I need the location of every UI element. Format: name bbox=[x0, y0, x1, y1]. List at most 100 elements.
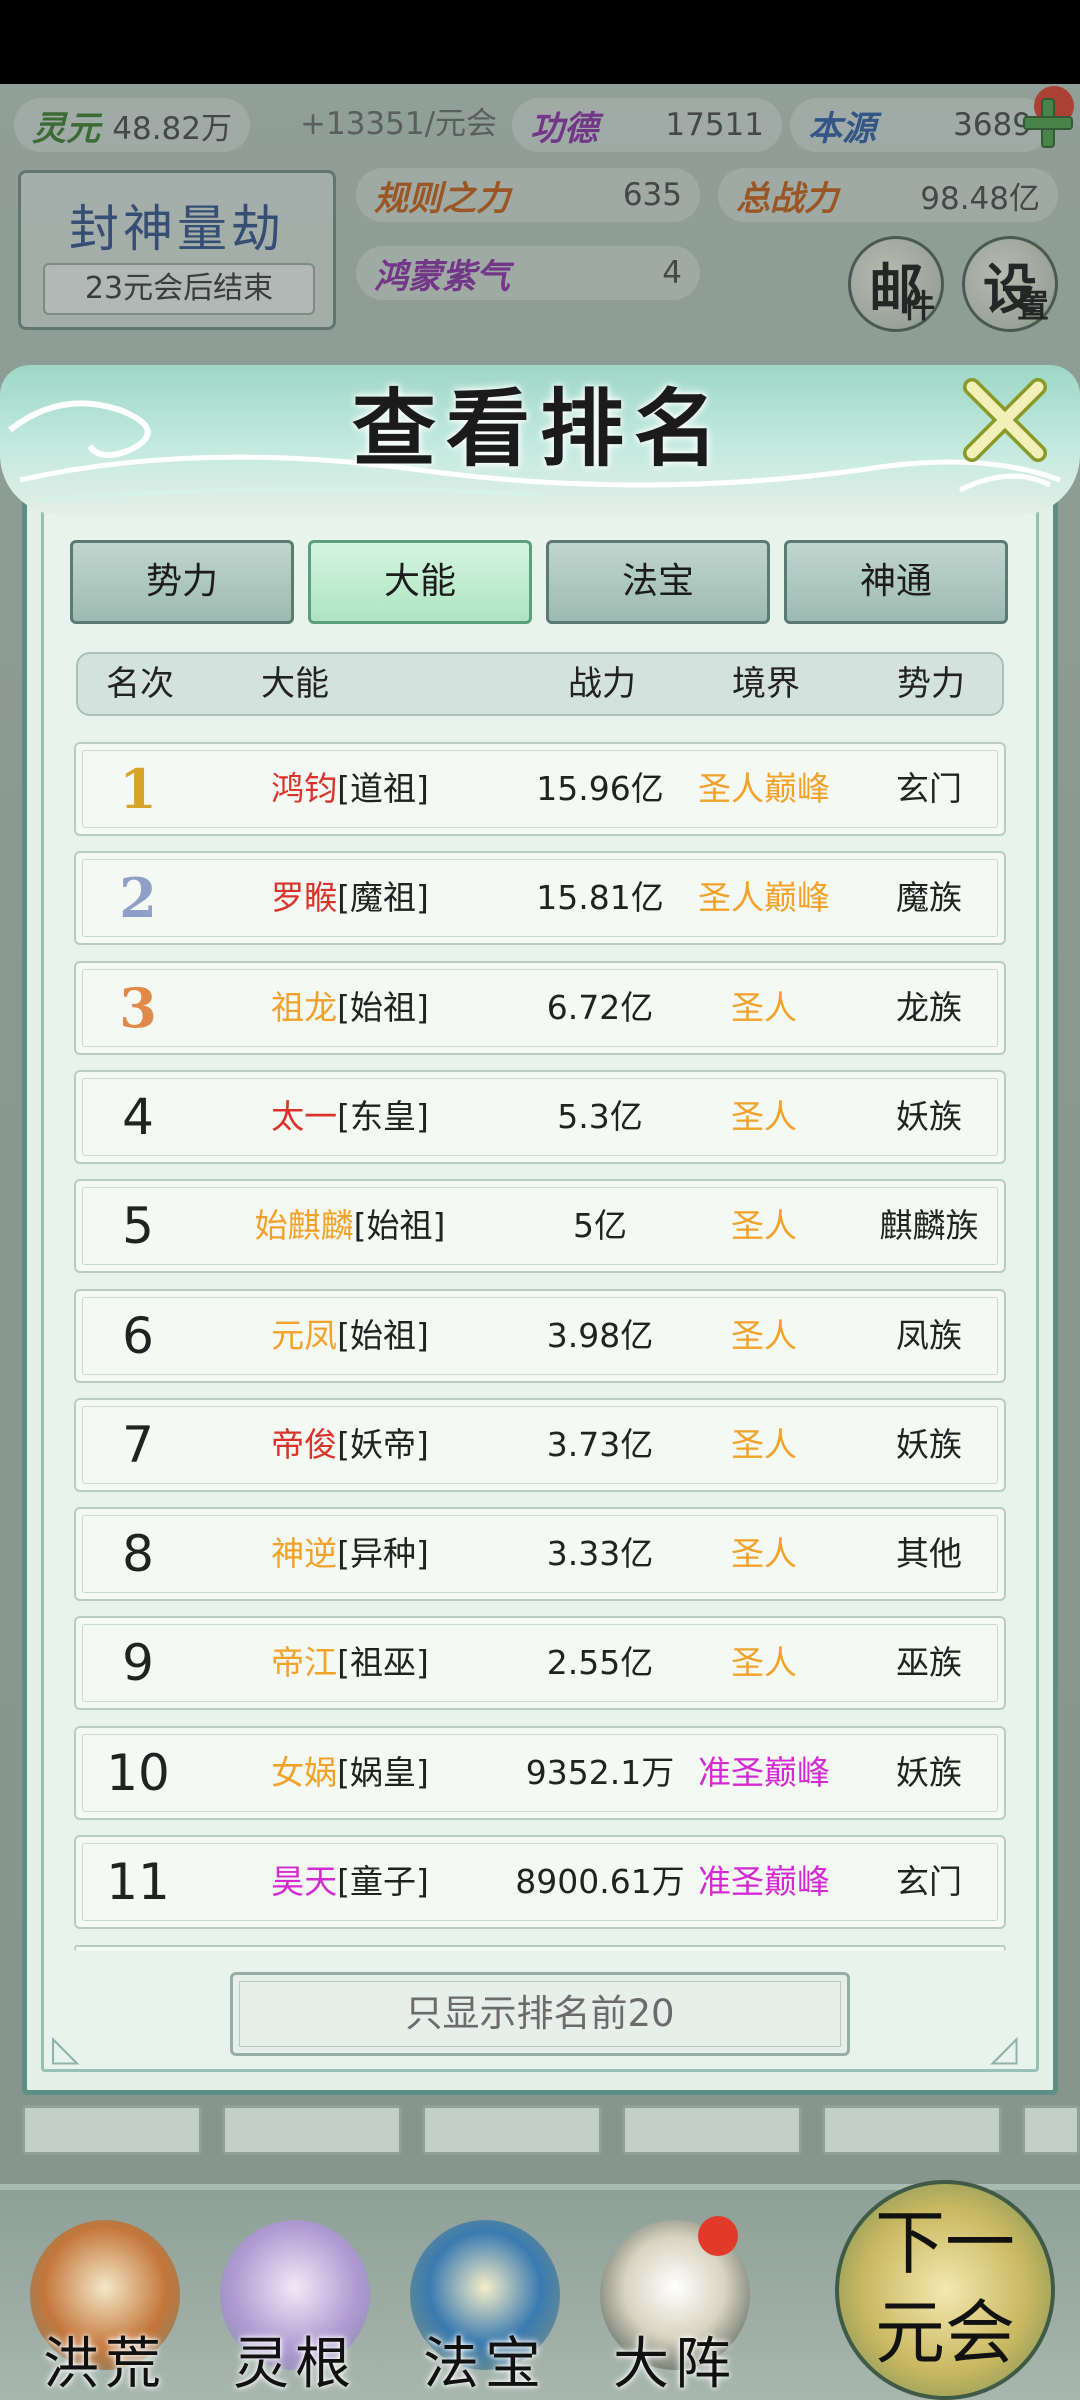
combat-power: 5亿 bbox=[573, 1206, 627, 1245]
entity-name: 始麒麟 bbox=[254, 1206, 354, 1245]
rank-number: 5 bbox=[122, 1197, 154, 1255]
entity-name-cell: 太一[东皇] bbox=[200, 1072, 500, 1162]
realm: 准圣巅峰 bbox=[698, 1753, 830, 1792]
faction: 麒麟族 bbox=[879, 1206, 979, 1245]
slot[interactable] bbox=[622, 2105, 802, 2155]
tab-shentong[interactable]: 神通 bbox=[784, 540, 1008, 624]
realm: 准圣巅峰 bbox=[698, 1862, 830, 1901]
table-row[interactable]: 8 神逆[异种] 3.33亿 圣人 其他 bbox=[74, 1507, 1006, 1601]
entity-title: [始祖] bbox=[337, 1316, 429, 1355]
nav-linggen[interactable]: 灵根 bbox=[200, 2200, 390, 2400]
col-power: 战力 bbox=[568, 664, 636, 704]
faction: 玄门 bbox=[896, 1862, 962, 1901]
nav-honghuang[interactable]: 洪荒 bbox=[10, 2200, 200, 2400]
table-row[interactable]: 2 罗睺[魔祖] 15.81亿 圣人巅峰 魔族 bbox=[74, 851, 1006, 945]
status-bar bbox=[0, 0, 1080, 84]
entity-name: 元凤 bbox=[271, 1316, 338, 1355]
faction: 妖族 bbox=[896, 1753, 962, 1792]
table-row[interactable]: 5 始麒麟[始祖] 5亿 圣人 麒麟族 bbox=[74, 1179, 1006, 1273]
next-era-button[interactable]: 下一 元会 bbox=[835, 2180, 1055, 2400]
entity-name: 神逆 bbox=[271, 1534, 338, 1573]
notification-dot bbox=[698, 2216, 738, 2256]
skill-slots bbox=[0, 2105, 1080, 2155]
combat-power: 3.33亿 bbox=[546, 1534, 654, 1573]
entity-title: [始祖] bbox=[353, 1206, 446, 1245]
realm: 圣人巅峰 bbox=[698, 878, 830, 917]
corner-ornament-right: ◿ bbox=[990, 2028, 1018, 2069]
nav-fabao[interactable]: 法宝 bbox=[390, 2200, 580, 2400]
realm: 圣人 bbox=[731, 1425, 797, 1464]
rank-number: 4 bbox=[122, 1088, 154, 1146]
entity-title: [娲皇] bbox=[337, 1753, 429, 1792]
entity-title: [祖巫] bbox=[337, 1643, 429, 1682]
rank-number: 3 bbox=[119, 976, 157, 1040]
slot[interactable] bbox=[422, 2105, 602, 2155]
entity-name: 罗睺 bbox=[271, 878, 338, 917]
modal-title: 查看排名 bbox=[351, 379, 728, 478]
entity-title: [异种] bbox=[337, 1534, 429, 1573]
realm: 圣人 bbox=[731, 1643, 797, 1682]
next-era-label-2: 元会 bbox=[875, 2292, 1015, 2374]
entity-name-cell: 帝俊[妖帝] bbox=[200, 1400, 500, 1490]
entity-name: 帝江 bbox=[271, 1643, 338, 1682]
entity-name-cell: 鸿钧[道祖] bbox=[200, 744, 500, 834]
table-header: 名次 大能 战力 境界 势力 bbox=[76, 652, 1004, 716]
realm: 圣人巅峰 bbox=[698, 769, 830, 808]
entity-name-cell: 神逆[异种] bbox=[200, 1509, 500, 1599]
realm: 圣人 bbox=[731, 1316, 797, 1355]
realm: 圣人 bbox=[731, 1534, 797, 1573]
entity-name-cell: 女娲[娲皇] bbox=[200, 1728, 500, 1818]
entity-name-cell: 始麒麟[始祖] bbox=[200, 1181, 500, 1271]
rank-number: 11 bbox=[106, 1853, 170, 1911]
slot[interactable] bbox=[822, 2105, 1002, 2155]
table-row[interactable]: 7 帝俊[妖帝] 3.73亿 圣人 妖族 bbox=[74, 1398, 1006, 1492]
entity-name: 帝俊 bbox=[271, 1425, 338, 1464]
slot[interactable] bbox=[22, 2105, 202, 2155]
entity-name-cell: 元凤[始祖] bbox=[200, 1291, 500, 1381]
table-row[interactable]: 9 帝江[祖巫] 2.55亿 圣人 巫族 bbox=[74, 1616, 1006, 1710]
entity-title: [道祖] bbox=[337, 769, 429, 808]
table-row[interactable]: 3 祖龙[始祖] 6.72亿 圣人 龙族 bbox=[74, 961, 1006, 1055]
col-rank: 名次 bbox=[106, 664, 174, 704]
tab-fabao[interactable]: 法宝 bbox=[546, 540, 770, 624]
combat-power: 2.55亿 bbox=[546, 1643, 654, 1682]
col-name: 大能 bbox=[261, 664, 329, 704]
tab-shili[interactable]: 势力 bbox=[70, 540, 294, 624]
rank-number: 9 bbox=[122, 1634, 154, 1692]
nav-label: 大阵 bbox=[613, 2332, 737, 2397]
tab-daneng[interactable]: 大能 bbox=[308, 540, 532, 624]
faction: 玄门 bbox=[896, 769, 962, 808]
combat-power: 15.96亿 bbox=[536, 769, 664, 808]
corner-ornament-left: ◺ bbox=[52, 2028, 80, 2069]
col-faction: 势力 bbox=[897, 664, 965, 704]
entity-title: [妖帝] bbox=[337, 1425, 429, 1464]
table-row[interactable]: 10 女娲[娲皇] 9352.1万 准圣巅峰 妖族 bbox=[74, 1726, 1006, 1820]
rank-number: 7 bbox=[122, 1416, 154, 1474]
realm: 圣人 bbox=[731, 1097, 797, 1136]
rank-number: 2 bbox=[119, 866, 157, 930]
slot[interactable] bbox=[1022, 2105, 1080, 2155]
rank-number: 8 bbox=[122, 1525, 154, 1583]
faction: 龙族 bbox=[896, 988, 962, 1027]
entity-name-cell: 帝江[祖巫] bbox=[200, 1618, 500, 1708]
combat-power: 15.81亿 bbox=[536, 878, 664, 917]
table-row[interactable]: 4 太一[东皇] 5.3亿 圣人 妖族 bbox=[74, 1070, 1006, 1164]
next-era-label-1: 下一 bbox=[875, 2202, 1015, 2284]
entity-name: 太一 bbox=[271, 1097, 338, 1136]
nav-label: 洪荒 bbox=[43, 2332, 167, 2397]
nav-label: 法宝 bbox=[423, 2332, 547, 2397]
entity-name-cell: 罗睺[魔祖] bbox=[200, 853, 500, 943]
nav-dazhen[interactable]: 大阵 bbox=[580, 2200, 770, 2400]
table-row[interactable]: 11 昊天[童子] 8900.61万 准圣巅峰 玄门 bbox=[74, 1835, 1006, 1929]
top20-toggle-button[interactable]: 只显示排名前20 bbox=[230, 1972, 850, 2056]
table-row[interactable]: 6 元凤[始祖] 3.98亿 圣人 凤族 bbox=[74, 1289, 1006, 1383]
entity-title: [童子] bbox=[337, 1862, 429, 1901]
close-icon[interactable] bbox=[960, 375, 1050, 465]
combat-power: 8900.61万 bbox=[515, 1862, 685, 1901]
entity-name-cell: 昊天[童子] bbox=[200, 1837, 500, 1927]
entity-title: [东皇] bbox=[337, 1097, 429, 1136]
table-row[interactable]: 1 鸿钧[道祖] 15.96亿 圣人巅峰 玄门 bbox=[74, 742, 1006, 836]
combat-power: 3.98亿 bbox=[546, 1316, 654, 1355]
faction: 其他 bbox=[896, 1534, 962, 1573]
slot[interactable] bbox=[222, 2105, 402, 2155]
